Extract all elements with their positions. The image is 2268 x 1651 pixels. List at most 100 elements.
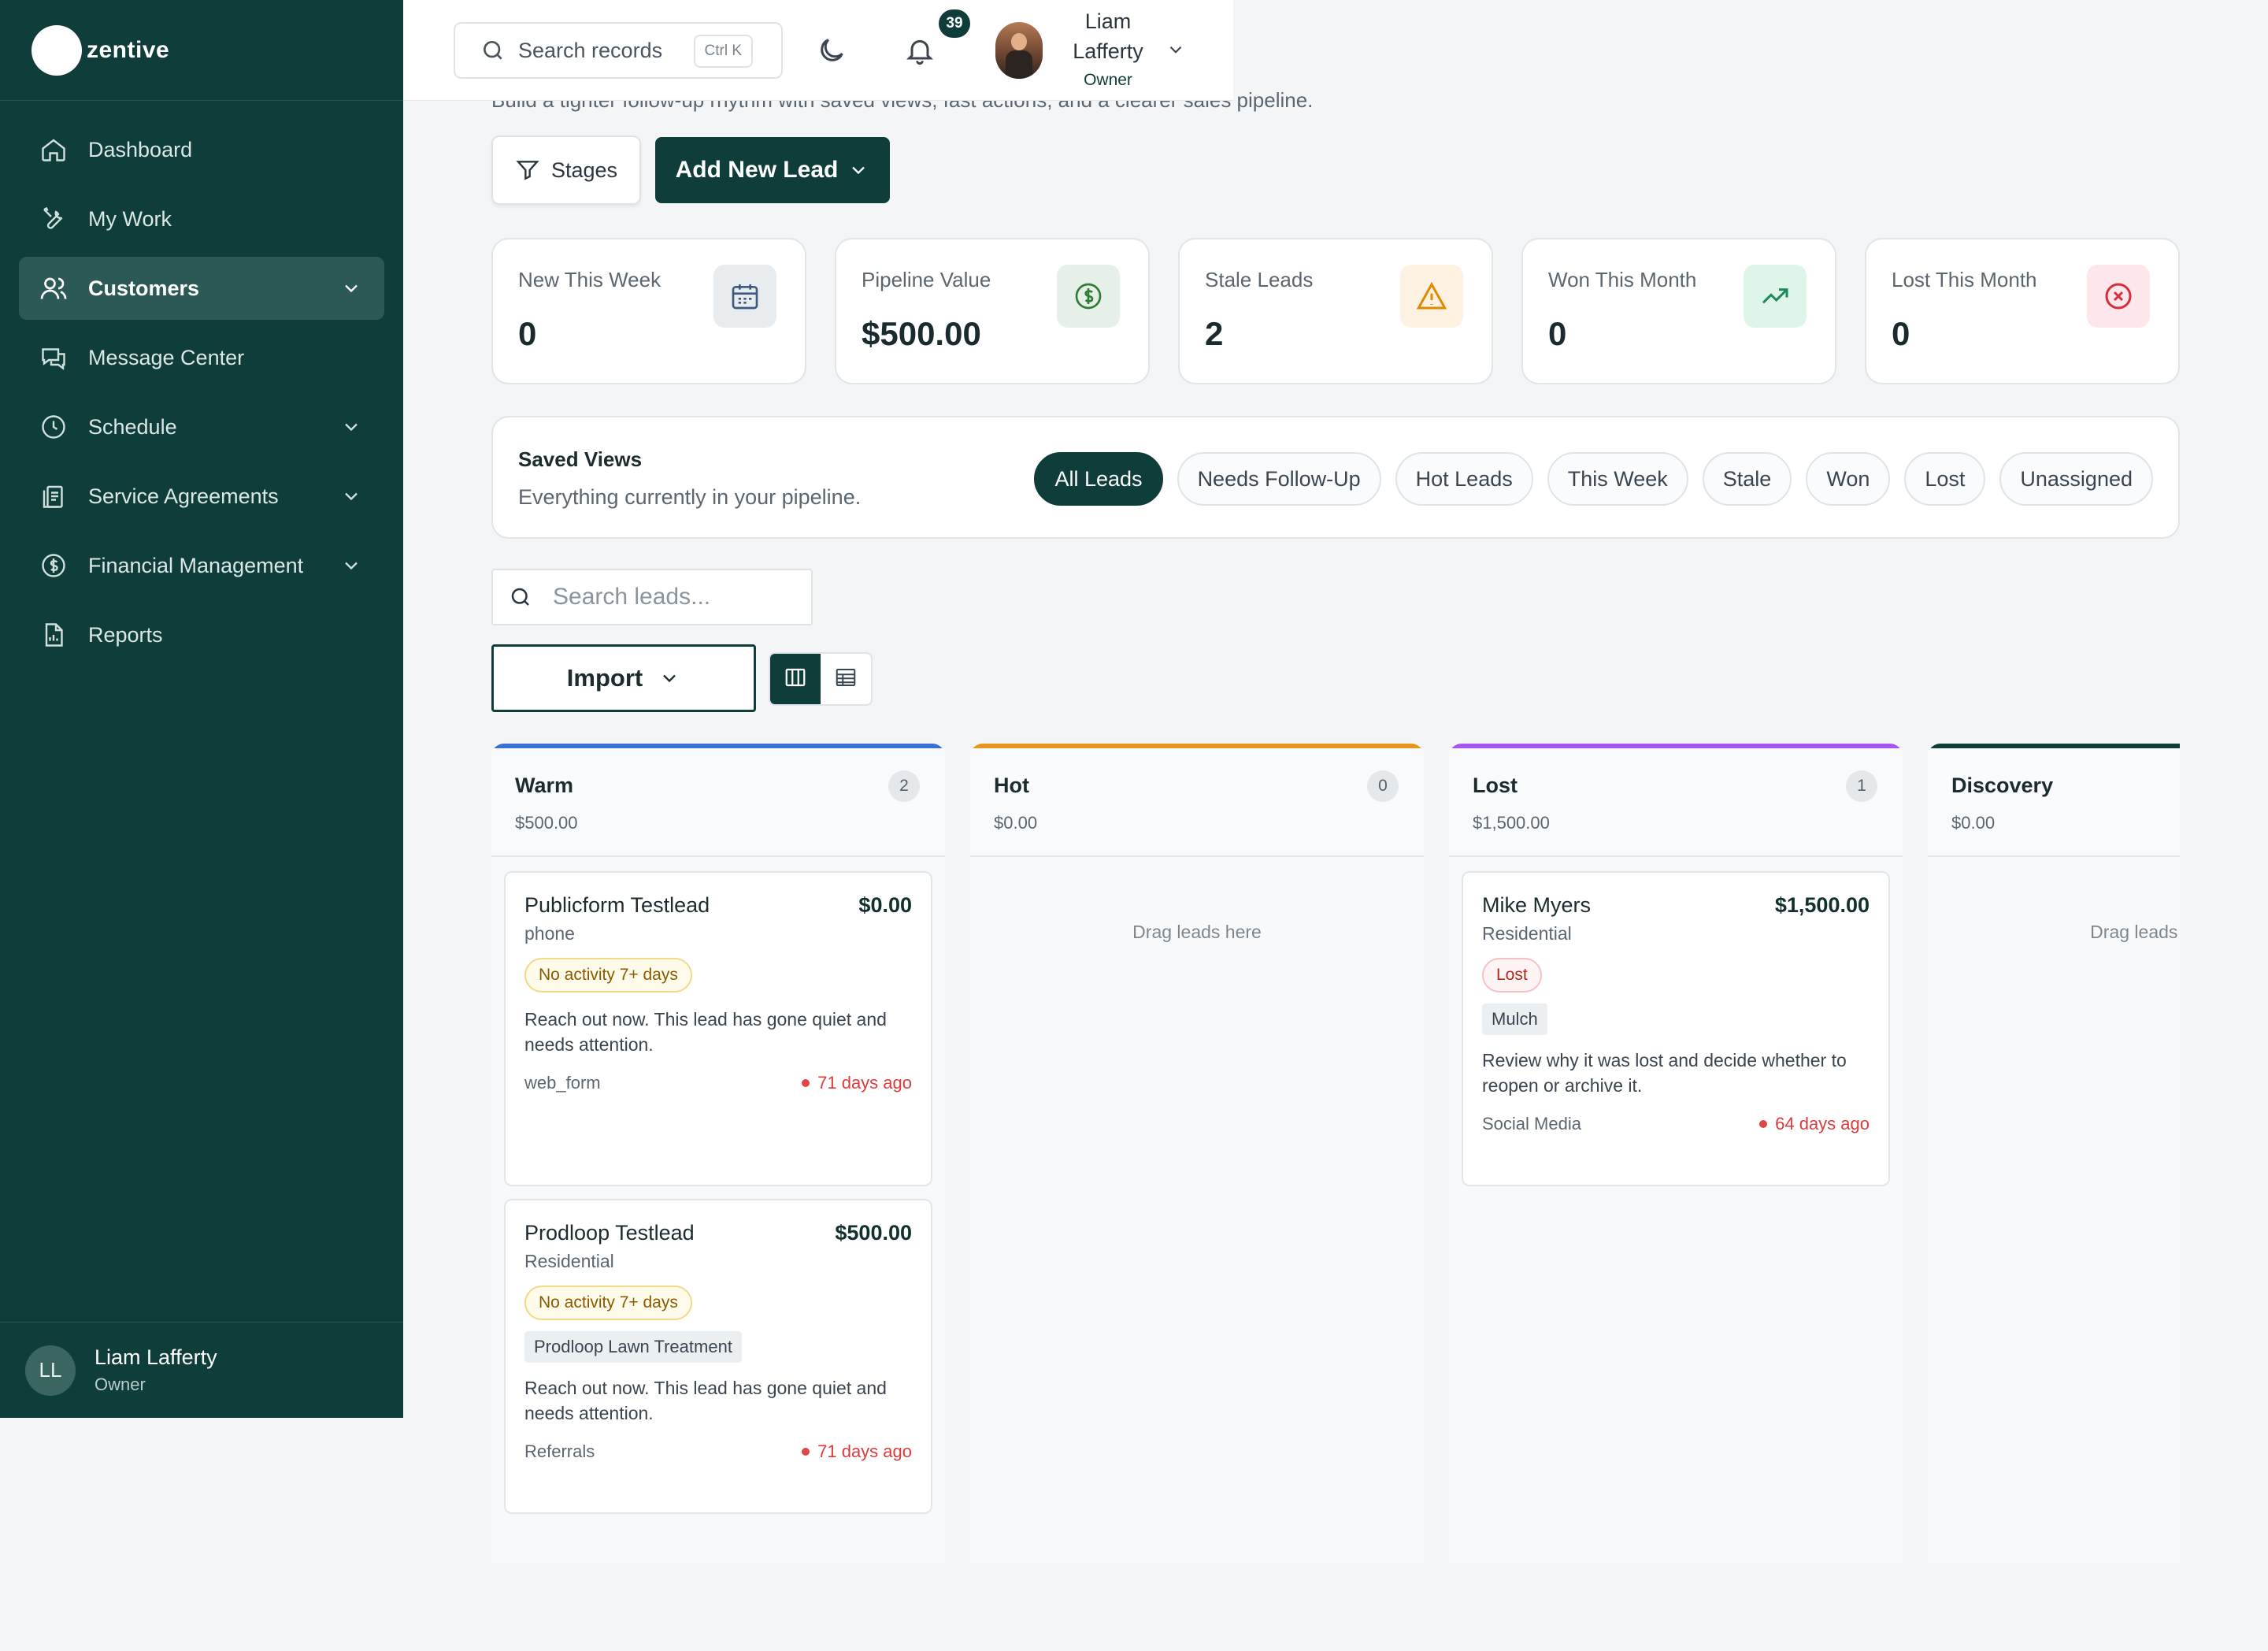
lead-description: Reach out now. This lead has gone quiet …: [524, 1009, 887, 1055]
lead-card[interactable]: Prodloop Testlead $500.00 Residential No…: [504, 1199, 932, 1514]
status-dot: [1759, 1120, 1768, 1128]
moon-icon: [816, 39, 847, 69]
stat-value: 0: [1892, 315, 1910, 352]
notifications-button[interactable]: [904, 35, 936, 66]
stat-card-new-this-week: New This Week 0: [491, 238, 806, 384]
drop-zone-hint: Drag leads here: [2090, 922, 2180, 942]
sidebar-user-role: Owner: [94, 1375, 146, 1394]
lead-card[interactable]: Mike Myers $1,500.00 Residential Lost Mu…: [1462, 871, 1890, 1186]
keyboard-shortcut: Ctrl K: [693, 35, 753, 68]
stages-label: Stages: [550, 158, 618, 182]
kanban-column-hot: Hot $0.00 0 Drag leads here: [970, 744, 1424, 1563]
search-icon: [509, 585, 532, 609]
stat-value: 0: [1548, 315, 1567, 352]
sidebar-item-my-work[interactable]: My Work: [19, 187, 384, 250]
kanban-view-button[interactable]: [770, 654, 821, 704]
sidebar-user[interactable]: LL Liam Lafferty Owner: [0, 1322, 403, 1418]
lead-age-text: 71 days ago: [817, 1441, 912, 1461]
lead-age: 64 days ago: [1759, 1114, 1870, 1134]
sidebar-item-label: Dashboard: [88, 137, 193, 161]
lead-search-input[interactable]: [553, 584, 805, 610]
view-tab-stale[interactable]: Stale: [1702, 452, 1792, 506]
sidebar-item-reports[interactable]: Reports: [19, 603, 384, 666]
view-tab-hot-leads[interactable]: Hot Leads: [1395, 452, 1533, 506]
lead-search: [491, 569, 813, 625]
search-icon: [480, 38, 506, 63]
stages-button[interactable]: Stages: [491, 135, 641, 205]
lead-type: phone: [524, 923, 575, 944]
stat-label: Won This Month: [1548, 268, 1697, 291]
sidebar-item-schedule[interactable]: Schedule: [19, 395, 384, 458]
stat-value: 2: [1205, 315, 1224, 352]
column-total: $500.00: [515, 813, 578, 833]
view-tab-lost[interactable]: Lost: [1904, 452, 1986, 506]
stat-value: $500.00: [862, 315, 981, 352]
column-count: 1: [1846, 770, 1877, 802]
theme-toggle-button[interactable]: [816, 35, 847, 66]
status-dot: [802, 1079, 810, 1087]
view-tab-unassigned[interactable]: Unassigned: [1999, 452, 2153, 506]
sidebar-item-label: My Work: [88, 206, 172, 231]
filter-icon: [515, 158, 540, 183]
dollar-icon: [38, 550, 69, 581]
avatar: LL: [25, 1345, 76, 1396]
service-tag: Prodloop Lawn Treatment: [524, 1331, 742, 1363]
view-tab-this-week[interactable]: This Week: [1547, 452, 1688, 506]
user-menu-role: Owner: [1084, 71, 1132, 89]
users-icon: [38, 273, 69, 304]
sidebar-item-customers[interactable]: Customers: [19, 257, 384, 320]
lead-age: 71 days ago: [802, 1073, 912, 1093]
sidebar-item-financial-management[interactable]: Financial Management: [19, 534, 384, 597]
column-title: Hot: [994, 774, 1029, 797]
lead-source: Referrals: [524, 1441, 595, 1461]
add-new-lead-button[interactable]: Add New Lead: [655, 137, 890, 203]
import-button[interactable]: Import: [491, 644, 756, 712]
lead-value: $500.00: [835, 1221, 912, 1245]
brand[interactable]: zentive: [0, 0, 403, 101]
sidebar-item-label: Message Center: [88, 345, 245, 369]
kanban-board: Warm $500.00 2 Publicform Testlead $0.00…: [491, 744, 2180, 1563]
lead-name: Publicform Testlead: [524, 893, 710, 917]
column-title: Warm: [515, 774, 574, 797]
user-avatar-photo: [995, 22, 1043, 79]
chevron-down-icon: [340, 485, 362, 507]
stat-card-stale-leads: Stale Leads 2: [1178, 238, 1493, 384]
sidebar-item-label: Service Agreements: [88, 484, 279, 508]
report-icon: [38, 619, 69, 651]
columns-icon: [784, 666, 807, 693]
saved-views-panel: Saved Views Everything currently in your…: [491, 416, 2180, 539]
column-header: Warm $500.00 2: [491, 748, 945, 857]
status-dot: [802, 1448, 810, 1456]
view-tab-all-leads[interactable]: All Leads: [1034, 452, 1163, 506]
column-title: Discovery: [1951, 774, 2054, 797]
lead-age: 71 days ago: [802, 1441, 912, 1462]
lead-name: Mike Myers: [1482, 893, 1592, 917]
column-count: 0: [1367, 770, 1399, 802]
view-tab-needs-follow-up[interactable]: Needs Follow-Up: [1177, 452, 1381, 506]
search-records-button[interactable]: Search records Ctrl K: [454, 22, 783, 79]
sidebar-item-service-agreements[interactable]: Service Agreements: [19, 465, 384, 528]
sidebar-item-label: Schedule: [88, 414, 177, 439]
sidebar-item-message-center[interactable]: Message Center: [19, 326, 384, 389]
add-new-lead-label: Add New Lead: [675, 157, 839, 183]
sidebar-user-name: Liam Lafferty: [94, 1345, 217, 1369]
lead-card[interactable]: Publicform Testlead $0.00 phone No activ…: [504, 871, 932, 1186]
view-tab-won[interactable]: Won: [1806, 452, 1891, 506]
user-menu[interactable]: Liam Lafferty Owner: [986, 0, 1222, 101]
sidebar-item-label: Customers: [88, 276, 200, 300]
lead-type: Residential: [1482, 923, 1572, 944]
column-title: Lost: [1473, 774, 1518, 797]
calendar-icon: [713, 265, 776, 328]
dollar-circle-icon: [1057, 265, 1120, 328]
table-view-button[interactable]: [821, 654, 871, 704]
chevron-down-icon: [658, 667, 680, 689]
sidebar-item-dashboard[interactable]: Dashboard: [19, 118, 384, 181]
kanban-column-warm: Warm $500.00 2 Publicform Testlead $0.00…: [491, 744, 945, 1563]
stat-card-lost-this-month: Lost This Month 0: [1865, 238, 2180, 384]
sidebar-nav: Dashboard My Work Customers Message Cent…: [0, 101, 403, 666]
lead-value: $0.00: [858, 893, 912, 917]
stat-label: Stale Leads: [1205, 268, 1314, 291]
brand-name: zentive: [87, 36, 170, 63]
lead-source: Social Media: [1482, 1114, 1581, 1133]
table-icon: [834, 666, 858, 693]
